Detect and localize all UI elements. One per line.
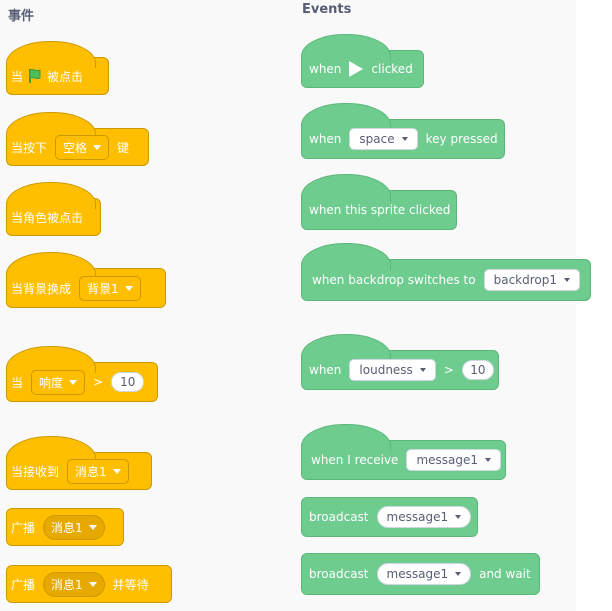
operator-text: > [93,375,104,389]
chinese-block-palette: 事件 当 被点击 当按下 空格 键 当角色被点击 当背景换成 背景1 当 响度 … [0,0,297,611]
dropdown-arrow-icon [69,379,78,385]
block-text: key pressed [425,132,498,146]
backdrop-dropdown[interactable]: backdrop1 [483,269,581,291]
dropdown-arrow-icon [401,137,408,141]
dropdown-arrow-icon [564,278,571,282]
dropdown-arrow-icon [88,581,97,587]
block-text: 当 [11,375,24,390]
dropdown-value: 消息1 [51,577,83,592]
dropdown-value: 背景1 [87,281,119,296]
block-text: 当接收到 [11,464,60,479]
block-text: 当角色被点击 [11,210,84,225]
block-text: 并等待 [112,577,149,592]
message-dropdown[interactable]: 消息1 [67,458,129,484]
block-text: when I receive [311,453,399,467]
block-text: when [309,62,342,76]
dropdown-value: space [359,132,395,146]
when-key-pressed-block[interactable]: 当按下 空格 键 [6,112,149,166]
dropdown-value: message1 [416,453,479,467]
when-receive-block[interactable]: 当接收到 消息1 [6,436,152,490]
category-title: Events [302,2,352,17]
broadcast-and-wait-block[interactable]: broadcast message1 and wait [301,553,540,595]
dropdown-arrow-icon [112,468,121,474]
broadcast-and-wait-block[interactable]: 广播 消息1 并等待 [6,565,172,603]
message-dropdown[interactable]: message1 [376,563,472,585]
block-text: 被点击 [47,69,84,84]
block-text: when backdrop switches to [312,273,476,287]
message-dropdown[interactable]: message1 [406,449,502,471]
threshold-input[interactable]: 10 [111,372,145,392]
block-text: 当 [11,69,24,84]
when-sprite-clicked-block[interactable]: 当角色被点击 [6,182,101,236]
dropdown-value: backdrop1 [493,273,558,287]
when-flag-clicked-block[interactable]: when clicked [301,34,424,88]
green-flag-icon [29,68,41,83]
block-text: 广播 [11,577,36,592]
broadcast-block[interactable]: 广播 消息1 [6,508,124,546]
sensor-dropdown[interactable]: loudness [349,359,436,381]
dropdown-arrow-icon [124,285,133,291]
dropdown-value: message1 [386,567,449,581]
block-text: and wait [479,567,531,581]
play-icon [349,61,364,77]
when-sprite-clicked-block[interactable]: when this sprite clicked [301,174,457,230]
english-block-palette: Events when clicked when space key press… [296,0,591,611]
dropdown-value: 响度 [39,375,64,390]
block-text: clicked [371,62,413,76]
backdrop-dropdown[interactable]: 背景1 [79,275,141,301]
block-text: when this sprite clicked [309,203,451,217]
message-dropdown[interactable]: message1 [376,506,472,528]
dropdown-value: loudness [359,363,413,377]
dropdown-value: 空格 [63,140,88,155]
when-backdrop-switches-block[interactable]: when backdrop switches to backdrop1 [301,243,591,301]
dropdown-arrow-icon [455,515,462,519]
block-text: broadcast [309,567,369,581]
operator-text: > [443,363,454,377]
dropdown-value: message1 [386,510,449,524]
message-dropdown[interactable]: 消息1 [43,571,105,597]
when-backdrop-switches-block[interactable]: 当背景换成 背景1 [6,252,166,308]
when-key-pressed-block[interactable]: when space key pressed [301,103,505,159]
when-loudness-greater-block[interactable]: 当 响度 > 10 [6,346,158,402]
message-dropdown[interactable]: 消息1 [43,514,105,540]
threshold-input[interactable]: 10 [461,360,494,380]
key-dropdown[interactable]: 空格 [55,134,110,160]
block-text: 键 [117,140,130,155]
when-receive-block[interactable]: when I receive message1 [301,424,506,480]
key-dropdown[interactable]: space [349,128,418,150]
when-loudness-greater-block[interactable]: when loudness > 10 [301,334,499,390]
block-text: when [309,363,342,377]
dropdown-arrow-icon [88,524,97,530]
block-text: 当背景换成 [11,281,72,296]
block-text: 广播 [11,520,36,535]
dropdown-value: 消息1 [75,464,107,479]
dropdown-arrow-icon [93,144,102,150]
dropdown-arrow-icon [485,458,492,462]
block-text: broadcast [309,510,369,524]
category-title: 事件 [8,9,35,24]
sensor-dropdown[interactable]: 响度 [31,369,86,395]
broadcast-block[interactable]: broadcast message1 [301,497,478,537]
block-text: 当按下 [11,140,48,155]
when-flag-clicked-block[interactable]: 当 被点击 [6,41,109,95]
dropdown-value: 消息1 [51,520,83,535]
dropdown-arrow-icon [455,572,462,576]
dropdown-arrow-icon [419,368,426,372]
block-text: when [309,132,342,146]
